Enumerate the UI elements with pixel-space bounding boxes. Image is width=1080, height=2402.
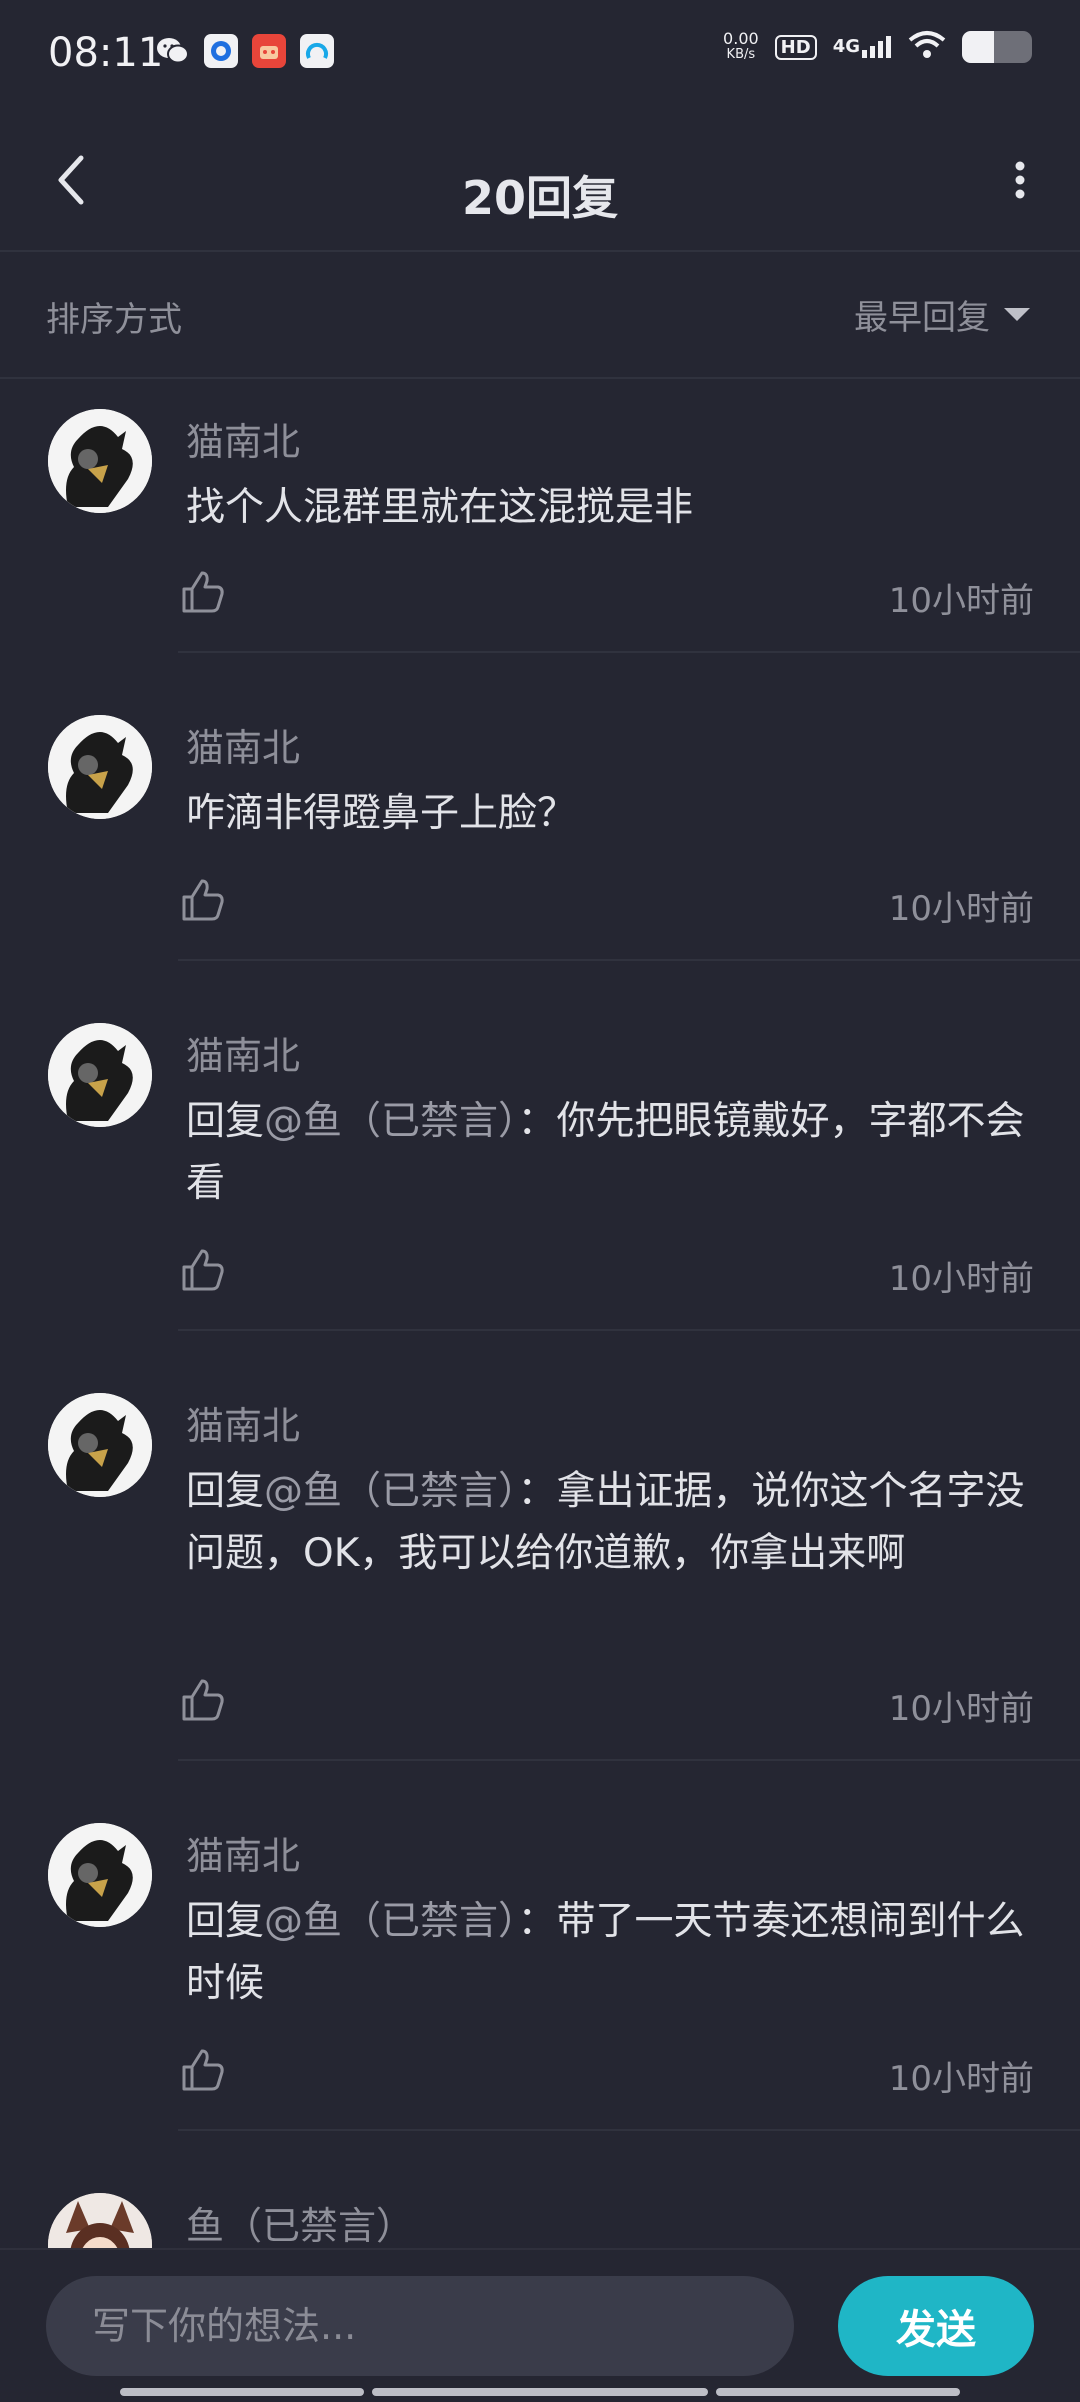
comment-username[interactable]: 猫南北 [186,1025,300,1080]
notification-icons [156,34,334,68]
caret-down-icon [1004,308,1030,321]
app-red-icon [252,34,286,68]
thumbs-up-icon [182,1249,224,1291]
comment-time: 10小时前 [888,581,1034,621]
thumbs-up-icon [182,1679,224,1721]
avatar[interactable] [48,2193,152,2248]
comment-text: 咋滴非得蹬鼻子上脸？ [186,791,577,836]
page-title: 20回复 [461,171,618,225]
status-bar: 08:11 0.00 KB/s HD 4G [0,0,1080,110]
comment-item: 猫南北 回复@鱼（已禁言）：你先把眼镜戴好，字都不会看 10小时前 [0,961,1080,1331]
signal-icon: 4G [833,36,892,58]
like-button[interactable] [180,2047,232,2099]
avatar[interactable] [48,1023,152,1127]
battery-icon [962,31,1032,63]
wifi-icon [908,30,946,64]
composer-bar: 发送 [0,2248,1080,2402]
avatar[interactable] [48,1823,152,1927]
comment-username[interactable]: 猫南北 [186,1395,300,1450]
avatar[interactable] [48,1393,152,1497]
comment-text: 回复@鱼（已禁言）：拿出证据，说你这个名字没问题，OK，我可以给你道歉，你拿出来… [186,1469,1025,1576]
like-button[interactable] [180,569,232,621]
thumbs-up-icon [182,571,224,613]
comment-username[interactable]: 猫南北 [186,1825,300,1880]
sort-value: 最早回复 [854,298,990,338]
mention-link[interactable]: @鱼（已禁言） [264,1469,518,1514]
like-button[interactable] [180,1247,232,1299]
status-time: 08:11 [48,30,164,76]
network-type: 4G [832,36,860,57]
comment-item: 鱼（已禁言） [0,2131,1080,2248]
like-button[interactable] [180,1677,232,1729]
comment-item: 猫南北 回复@鱼（已禁言）：带了一天节奏还想闹到什么时候 10小时前 [0,1761,1080,2131]
comment-time: 10小时前 [888,1689,1034,1729]
sort-dropdown[interactable]: 最早回复 [854,290,1030,339]
status-right: 0.00 KB/s HD 4G [723,30,1032,64]
comment-time: 10小时前 [888,889,1034,929]
sort-bar: 排序方式 最早回复 [0,252,1080,379]
mention-link[interactable]: @鱼（已禁言） [264,1099,518,1144]
wechat-icon [156,34,190,68]
thumbs-up-icon [182,879,224,921]
more-button[interactable] [990,140,1050,220]
gesture-bar [372,2388,708,2396]
comment-item: 猫南北 找个人混群里就在这混搅是非 10小时前 [0,377,1080,653]
comment-username[interactable]: 猫南北 [186,411,300,466]
comment-text: 回复@鱼（已禁言）：你先把眼镜戴好，字都不会看 [186,1099,1025,1206]
comment-username[interactable]: 鱼（已禁言） [186,2195,414,2248]
comment-input[interactable] [46,2276,794,2376]
net-speed: 0.00 KB/s [723,29,759,63]
like-button[interactable] [180,877,232,929]
mention-link[interactable]: @鱼（已禁言） [264,1899,518,1944]
comment-username[interactable]: 猫南北 [186,717,300,772]
avatar[interactable] [48,715,152,819]
comment-item: 猫南北 咋滴非得蹬鼻子上脸？ 10小时前 [0,653,1080,961]
app-cyan-icon [300,34,334,68]
comment-text: 回复@鱼（已禁言）：带了一天节奏还想闹到什么时候 [186,1899,1025,2006]
thumbs-up-icon [182,2049,224,2091]
top-nav: 20回复 [0,110,1080,252]
app-blue-icon [204,34,238,68]
comment-time: 10小时前 [888,1259,1034,1299]
gesture-bar [120,2388,364,2396]
gesture-bar [716,2388,960,2396]
send-button[interactable]: 发送 [838,2276,1034,2376]
comment-time: 10小时前 [888,2059,1034,2099]
comment-input-wrapper [46,2276,794,2376]
more-vertical-icon [1015,161,1025,199]
comment-item: 猫南北 回复@鱼（已禁言）：拿出证据，说你这个名字没问题，OK，我可以给你道歉，… [0,1331,1080,1761]
sort-label: 排序方式 [46,300,182,340]
avatar[interactable] [48,409,152,513]
comment-text: 找个人混群里就在这混搅是非 [186,485,694,530]
hd-badge: HD [774,34,817,60]
